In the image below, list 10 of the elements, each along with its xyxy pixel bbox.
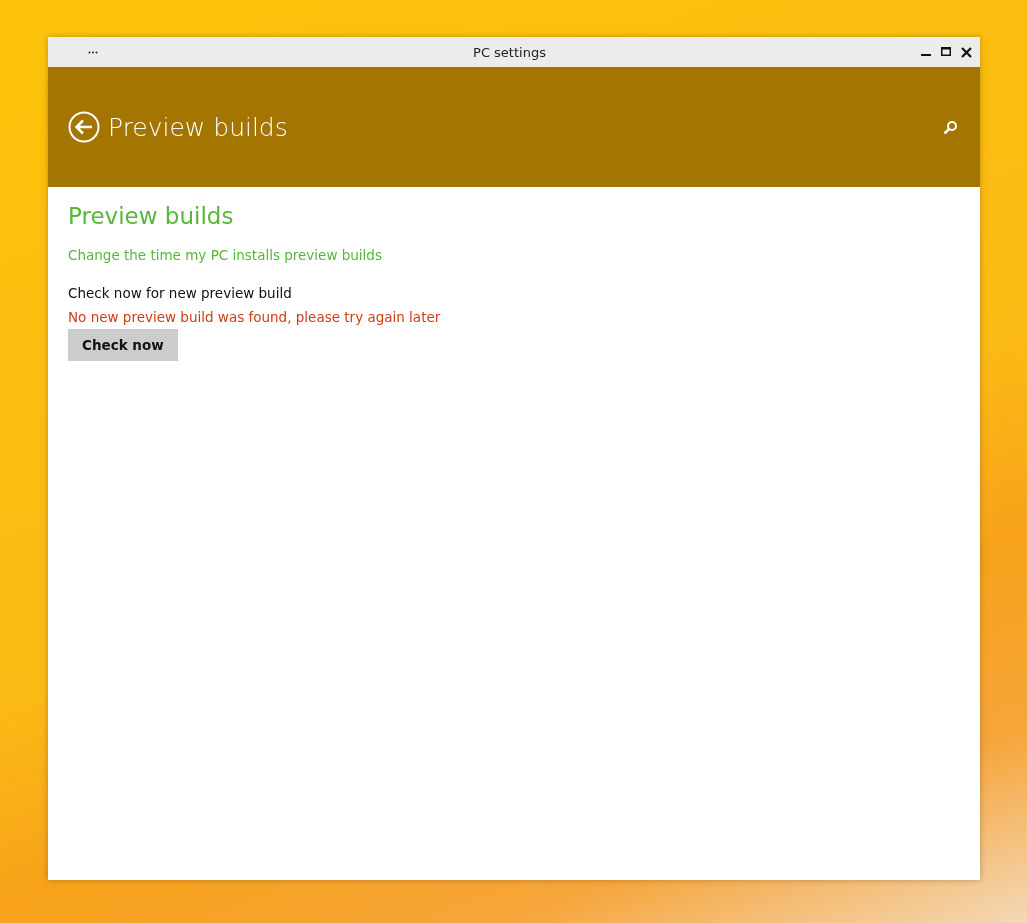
check-label: Check now for new preview build bbox=[68, 285, 292, 301]
close-icon[interactable] bbox=[961, 46, 972, 58]
status-message: No new preview build was found, please try again later bbox=[68, 309, 441, 325]
section-heading: Preview builds bbox=[68, 203, 234, 229]
page-title: Preview builds bbox=[108, 112, 289, 142]
maximize-icon[interactable] bbox=[941, 47, 951, 57]
window-title: PC settings bbox=[472, 44, 547, 60]
search-icon[interactable] bbox=[943, 119, 958, 135]
menu-icon[interactable] bbox=[88, 50, 98, 54]
check-now-button[interactable]: Check now bbox=[68, 329, 178, 361]
